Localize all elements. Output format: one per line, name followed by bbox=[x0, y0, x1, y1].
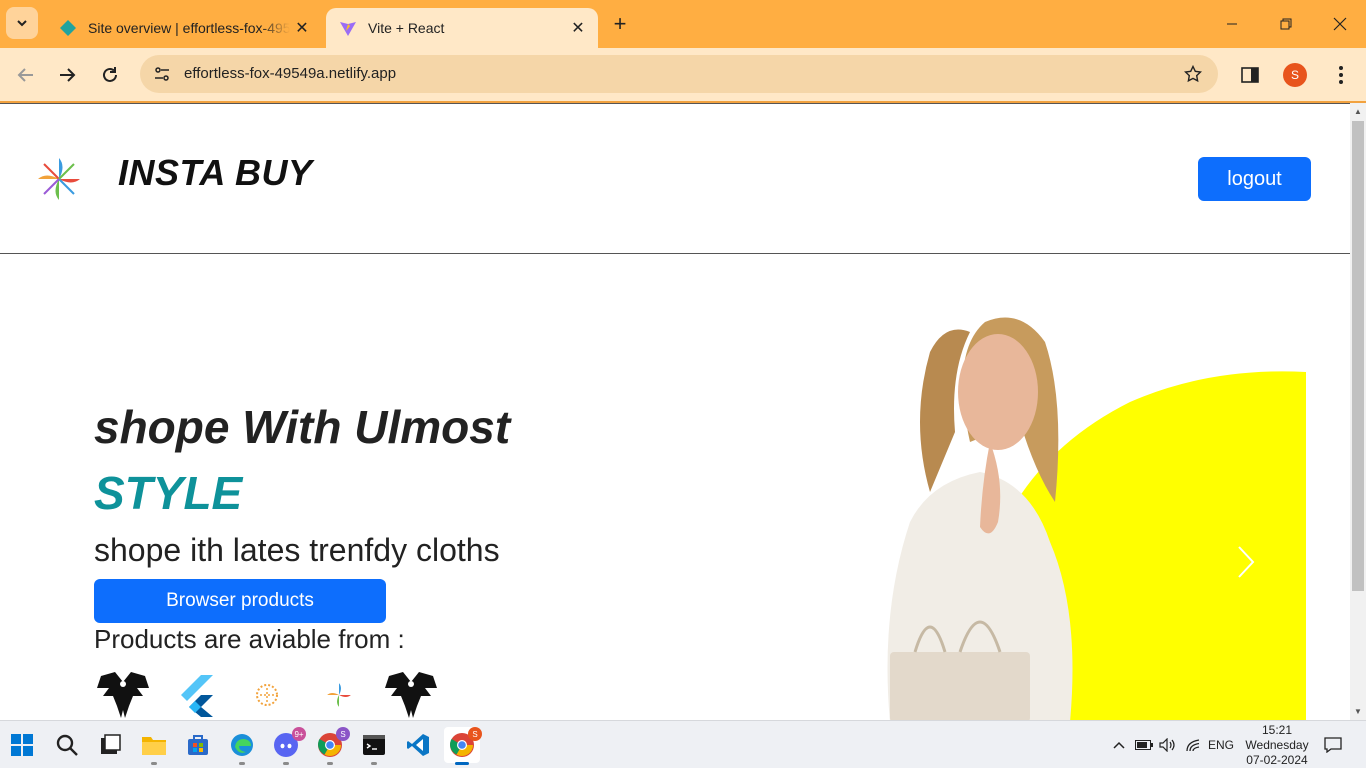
carousel-next-button[interactable] bbox=[1230, 542, 1262, 582]
search-icon bbox=[56, 734, 78, 756]
back-button[interactable] bbox=[10, 59, 42, 91]
flutter-logo[interactable] bbox=[166, 669, 224, 720]
side-panel-button[interactable] bbox=[1236, 61, 1264, 89]
hero-subtitle: shope ith lates trenfdy cloths bbox=[94, 532, 500, 568]
close-tab-icon[interactable]: ✕ bbox=[290, 16, 314, 40]
battery-indicator[interactable] bbox=[1134, 735, 1154, 755]
profile-button[interactable]: S bbox=[1281, 61, 1309, 89]
reload-icon bbox=[103, 67, 117, 82]
scroll-down-icon[interactable]: ▼ bbox=[1354, 707, 1362, 716]
scroll-up-icon[interactable]: ▲ bbox=[1354, 107, 1362, 116]
dotted-logo[interactable] bbox=[238, 669, 296, 720]
minimize-button[interactable] bbox=[1209, 8, 1255, 40]
close-icon bbox=[1333, 17, 1347, 31]
restore-icon bbox=[1280, 18, 1292, 30]
microsoft-store-button[interactable] bbox=[180, 727, 216, 763]
pinwheel-logo[interactable] bbox=[36, 156, 82, 202]
page-viewport: INSTA BUY logout shope With Ulmost STYLE… bbox=[0, 103, 1350, 720]
forward-arrow-icon bbox=[60, 68, 76, 82]
tab-vite-react[interactable]: Vite + React ✕ bbox=[326, 8, 598, 48]
battery-icon bbox=[1135, 740, 1153, 750]
pinwheel-logo[interactable] bbox=[310, 669, 368, 720]
vscode-icon bbox=[407, 734, 429, 756]
address-bar[interactable]: effortless-fox-49549a.netlify.app bbox=[140, 55, 1218, 93]
task-view-button[interactable] bbox=[92, 727, 128, 763]
taskbar-search-button[interactable] bbox=[49, 727, 85, 763]
browser-menu-button[interactable] bbox=[1327, 61, 1355, 89]
microsoft-store-icon bbox=[188, 735, 208, 755]
chevron-down-icon bbox=[17, 20, 27, 27]
notification-icon bbox=[1324, 737, 1342, 753]
language-indicator[interactable]: ENG bbox=[1206, 735, 1236, 755]
more-vertical-icon bbox=[1339, 66, 1343, 84]
discord-button[interactable]: 9+ bbox=[268, 727, 306, 765]
windows-start-icon bbox=[11, 734, 33, 756]
browser-tabstrip: Site overview | effortless-fox-49549a ✕ … bbox=[0, 0, 1366, 48]
site-info-icon[interactable] bbox=[150, 62, 174, 86]
discord-badge: 9+ bbox=[292, 727, 306, 741]
chevron-right-icon bbox=[1238, 546, 1255, 578]
hero-headline: shope With Ulmost bbox=[94, 401, 511, 453]
site-header: INSTA BUY logout bbox=[0, 104, 1350, 254]
site-brand-title[interactable]: INSTA BUY bbox=[118, 152, 313, 194]
hero-model-image bbox=[887, 317, 1306, 720]
scrollbar-thumb[interactable] bbox=[1352, 121, 1364, 591]
task-view-icon bbox=[101, 734, 121, 754]
close-window-button[interactable] bbox=[1317, 8, 1363, 40]
new-tab-button[interactable]: + bbox=[606, 10, 634, 38]
wifi-icon bbox=[1186, 739, 1200, 752]
chrome-profile-button[interactable]: S bbox=[312, 727, 350, 765]
close-tab-icon[interactable]: ✕ bbox=[566, 16, 590, 40]
show-hidden-icons-button[interactable] bbox=[1110, 735, 1128, 755]
chrome-profile-badge: S bbox=[336, 727, 350, 741]
edge-icon bbox=[231, 734, 253, 756]
clock-day: Wednesday bbox=[1245, 737, 1309, 752]
avatar: S bbox=[1283, 63, 1307, 87]
terminal-icon bbox=[363, 735, 385, 755]
file-explorer-button[interactable] bbox=[136, 727, 172, 765]
page-scrollbar[interactable]: ▲ ▼ bbox=[1350, 103, 1366, 720]
chrome-badge: S bbox=[468, 727, 482, 741]
available-from-text: Products are aviable from : bbox=[94, 624, 405, 654]
side-panel-icon bbox=[1241, 67, 1259, 83]
file-explorer-icon bbox=[142, 737, 166, 755]
vite-icon bbox=[338, 18, 358, 38]
tab-title: Vite + React bbox=[368, 20, 445, 36]
clock-time: 15:21 bbox=[1261, 722, 1293, 737]
netlify-icon bbox=[58, 18, 78, 38]
logout-button[interactable]: logout bbox=[1198, 157, 1311, 201]
reload-button[interactable] bbox=[94, 59, 126, 91]
hero-face bbox=[958, 334, 1038, 450]
eagle-logo[interactable] bbox=[94, 669, 152, 720]
bookmark-star-icon[interactable] bbox=[1182, 63, 1204, 85]
windows-taskbar: 9+ S S ENG 15:21 Wednesday 07-02-2024 bbox=[0, 720, 1366, 768]
hero-hand bbox=[980, 442, 1001, 534]
terminal-button[interactable] bbox=[356, 727, 392, 765]
start-button[interactable] bbox=[4, 727, 40, 763]
tab-search-button[interactable] bbox=[6, 7, 38, 39]
notifications-button[interactable] bbox=[1322, 735, 1344, 755]
browse-products-button[interactable]: Browser products bbox=[94, 579, 386, 623]
restore-button[interactable] bbox=[1263, 8, 1309, 40]
chevron-up-icon bbox=[1113, 741, 1125, 749]
vscode-button[interactable] bbox=[400, 727, 436, 763]
hero-highlight: STYLE bbox=[94, 467, 243, 519]
hero-shopping-bag bbox=[890, 652, 1030, 720]
back-arrow-icon bbox=[17, 68, 33, 82]
browser-toolbar: effortless-fox-49549a.netlify.app S bbox=[0, 48, 1366, 102]
minimize-icon bbox=[1227, 23, 1237, 25]
network-indicator[interactable] bbox=[1184, 735, 1202, 755]
tab-site-overview[interactable]: Site overview | effortless-fox-49549a ✕ bbox=[46, 8, 322, 48]
system-clock[interactable]: 15:21 Wednesday 07-02-2024 bbox=[1240, 721, 1314, 768]
chrome-button[interactable]: S bbox=[444, 727, 482, 765]
forward-button[interactable] bbox=[51, 59, 83, 91]
volume-icon bbox=[1159, 738, 1175, 752]
brand-logos-row bbox=[94, 669, 440, 720]
tab-title: Site overview | effortless-fox-49549a bbox=[88, 20, 290, 36]
url-text[interactable]: effortless-fox-49549a.netlify.app bbox=[184, 65, 396, 82]
edge-button[interactable] bbox=[224, 727, 260, 765]
eagle-logo[interactable] bbox=[382, 669, 440, 720]
clock-date: 07-02-2024 bbox=[1246, 752, 1308, 767]
volume-indicator[interactable] bbox=[1158, 735, 1178, 755]
